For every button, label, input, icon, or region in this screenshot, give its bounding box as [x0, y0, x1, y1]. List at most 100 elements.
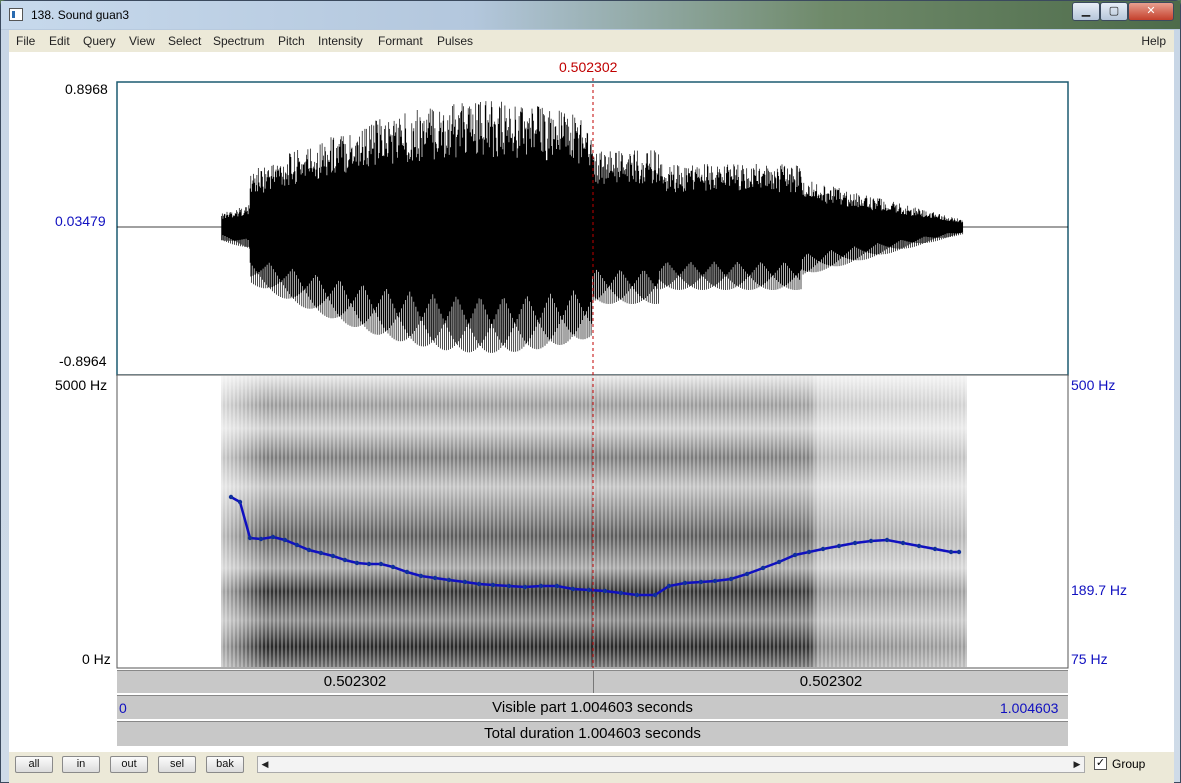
zoom-selection-button[interactable]: sel	[158, 756, 196, 773]
menu-pitch[interactable]: Pitch	[278, 34, 305, 48]
all-button[interactable]: all	[15, 756, 53, 773]
spectrogram-fade	[221, 376, 967, 667]
zoom-in-button[interactable]: in	[62, 756, 100, 773]
pitch-point	[318, 550, 324, 556]
pitch-point	[634, 592, 640, 598]
menu-pulses[interactable]: Pulses	[437, 34, 473, 48]
pitch-point	[404, 569, 410, 575]
pitch-min-label: 75 Hz	[1071, 651, 1108, 667]
pitch-point	[258, 536, 264, 542]
pitch-point	[836, 543, 842, 549]
minimize-button[interactable]: ▁	[1072, 2, 1100, 21]
menu-formant[interactable]: Formant	[378, 34, 423, 48]
pitch-point	[602, 588, 608, 594]
menu-view[interactable]: View	[129, 34, 155, 48]
pitch-point	[916, 543, 922, 549]
pitch-point	[538, 583, 544, 589]
total-duration-bar[interactable]: Total duration 1.004603 seconds	[117, 721, 1068, 746]
left-time-bar[interactable]: 0.502302	[117, 670, 593, 693]
pitch-point	[432, 575, 438, 581]
menu-help[interactable]: Help	[1141, 34, 1166, 48]
pitch-point	[554, 583, 560, 589]
zoom-out-button[interactable]: out	[110, 756, 148, 773]
visible-part-bar[interactable]: Visible part 1.004603 seconds	[117, 695, 1068, 719]
spectrogram-fmin-label: 0 Hz	[82, 651, 111, 667]
pitch-point	[900, 540, 906, 546]
horizontal-scrollbar[interactable]: ◀ ▶	[257, 756, 1085, 773]
menu-bar: File Edit Query View Select Spectrum Pit…	[9, 30, 1174, 51]
pitch-point	[652, 592, 658, 598]
pitch-point	[294, 542, 300, 548]
pitch-point	[378, 561, 384, 567]
menu-intensity[interactable]: Intensity	[318, 34, 363, 48]
menu-edit[interactable]: Edit	[49, 34, 70, 48]
close-button[interactable]: ✕	[1128, 2, 1174, 21]
pitch-point	[776, 559, 782, 565]
pitch-value-label: 189.7 Hz	[1071, 582, 1128, 598]
pitch-point	[306, 547, 312, 553]
pitch-point	[698, 579, 704, 585]
pitch-point	[390, 564, 396, 570]
visible-end-label: 1.004603	[1000, 700, 1059, 716]
pitch-point	[744, 571, 750, 577]
scroll-right-icon[interactable]: ▶	[1070, 757, 1084, 772]
pitch-point	[948, 549, 954, 555]
pitch-point	[884, 537, 890, 543]
scroll-left-icon[interactable]: ◀	[258, 757, 272, 772]
zoom-back-button[interactable]: bak	[206, 756, 244, 773]
total-duration-label: Total duration 1.004603 seconds	[484, 725, 701, 742]
pitch-point	[570, 586, 576, 592]
pitch-point	[330, 553, 336, 559]
right-time-bar[interactable]: 0.502302	[593, 670, 1068, 693]
cursor-time-label: 0.502302	[559, 59, 618, 75]
pitch-point	[760, 565, 766, 571]
pitch-point	[806, 549, 812, 555]
pitch-point	[270, 534, 276, 540]
pitch-point	[792, 552, 798, 558]
maximize-button[interactable]: ▢	[1100, 2, 1128, 21]
pitch-point	[522, 584, 528, 590]
menu-select[interactable]: Select	[168, 34, 201, 48]
spectrogram-fmax-label: 5000 Hz	[55, 377, 108, 393]
pitch-point	[366, 561, 372, 567]
pitch-point	[476, 581, 482, 587]
pitch-point	[712, 578, 718, 584]
waveform-ymid-label: 0.03479	[55, 213, 106, 229]
pitch-point	[666, 583, 672, 589]
pitch-point	[932, 546, 938, 552]
visible-start-label: 0	[119, 700, 127, 716]
praat-drawing-area[interactable]: 0.502302 0.8968 0.03479 -0.8964 5000 Hz …	[9, 52, 1174, 756]
pitch-point	[342, 557, 348, 563]
pitch-point	[462, 579, 468, 585]
pitch-point	[956, 549, 962, 555]
app-icon[interactable]	[9, 8, 23, 21]
left-time-label: 0.502302	[323, 673, 387, 690]
window-title: 138. Sound guan3	[31, 8, 130, 22]
right-time-label: 0.502302	[799, 673, 863, 690]
menu-spectrum[interactable]: Spectrum	[213, 34, 264, 48]
pitch-point	[490, 582, 496, 588]
title-bar[interactable]: 138. Sound guan3 ▁ ▢ ✕	[1, 1, 1180, 29]
pitch-point	[282, 537, 288, 543]
pitch-point	[446, 577, 452, 583]
visible-part-label: Visible part 1.004603 seconds	[492, 699, 693, 716]
pitch-point	[247, 535, 253, 541]
waveform-ymax-label: 0.8968	[65, 81, 108, 97]
pitch-point	[237, 499, 243, 505]
pitch-point	[586, 587, 592, 593]
sound-display-svg[interactable]	[9, 52, 1174, 756]
group-label: Group	[1112, 757, 1146, 771]
pitch-point	[418, 573, 424, 579]
group-checkbox[interactable]: ✓	[1094, 757, 1107, 770]
bottom-toolbar: all in out sel bak ◀ ▶ ✓ Group	[9, 752, 1174, 783]
pitch-point	[682, 580, 688, 586]
pitch-point	[868, 538, 874, 544]
menu-query[interactable]: Query	[83, 34, 116, 48]
pitch-point	[820, 546, 826, 552]
pitch-point	[852, 540, 858, 546]
waveform-ymin-label: -0.8964	[59, 353, 107, 369]
pitch-point	[354, 560, 360, 566]
pitch-point	[618, 590, 624, 596]
pitch-max-label: 500 Hz	[1071, 377, 1116, 393]
menu-file[interactable]: File	[16, 34, 35, 48]
